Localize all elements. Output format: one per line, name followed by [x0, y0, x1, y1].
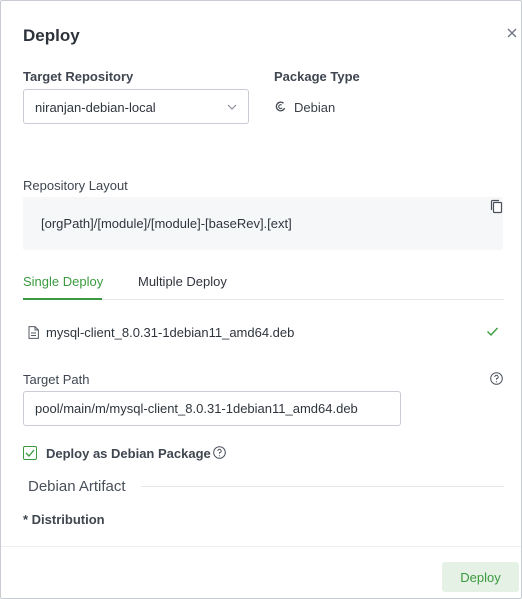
- tab-multiple-deploy[interactable]: Multiple Deploy: [138, 274, 227, 289]
- copy-icon[interactable]: [489, 199, 504, 215]
- package-type-value: Debian: [294, 100, 336, 115]
- package-type-label: Package Type: [274, 69, 360, 84]
- tab-single-deploy[interactable]: Single Deploy: [23, 274, 103, 289]
- target-repository-value: niranjan-debian-local: [35, 100, 156, 115]
- debian-icon: [275, 101, 286, 112]
- help-icon[interactable]: [213, 446, 226, 459]
- target-repository-label: Target Repository: [23, 69, 134, 84]
- deploy-as-debian-label[interactable]: Deploy as Debian Package: [46, 446, 211, 461]
- deploy-as-debian-checkbox[interactable]: [23, 446, 37, 460]
- section-divider: [141, 486, 504, 487]
- chevron-down-icon: [227, 104, 237, 110]
- debian-artifact-section-title: Debian Artifact: [28, 478, 126, 495]
- footer-divider: [1, 546, 521, 547]
- help-icon[interactable]: [490, 372, 503, 385]
- deploy-button[interactable]: Deploy: [442, 562, 519, 592]
- active-tab-indicator: [23, 298, 102, 300]
- file-icon: [28, 326, 39, 339]
- target-path-label: Target Path: [23, 372, 90, 387]
- repository-layout-label: Repository Layout: [23, 178, 128, 193]
- distribution-label: * Distribution: [23, 512, 105, 527]
- checkmark-icon: [25, 449, 35, 457]
- close-icon[interactable]: [504, 25, 520, 41]
- dialog-title: Deploy: [23, 26, 80, 45]
- deploy-dialog: Deploy Target Repository niranjan-debian…: [0, 0, 522, 599]
- repository-layout-value: [orgPath]/[module]/[module]-[baseRev].[e…: [41, 216, 292, 231]
- target-repository-select[interactable]: niranjan-debian-local: [23, 89, 249, 124]
- deploy-file-name: mysql-client_8.0.31-1debian11_amd64.deb: [46, 325, 295, 340]
- check-icon: [487, 327, 499, 337]
- target-path-input[interactable]: [23, 391, 401, 426]
